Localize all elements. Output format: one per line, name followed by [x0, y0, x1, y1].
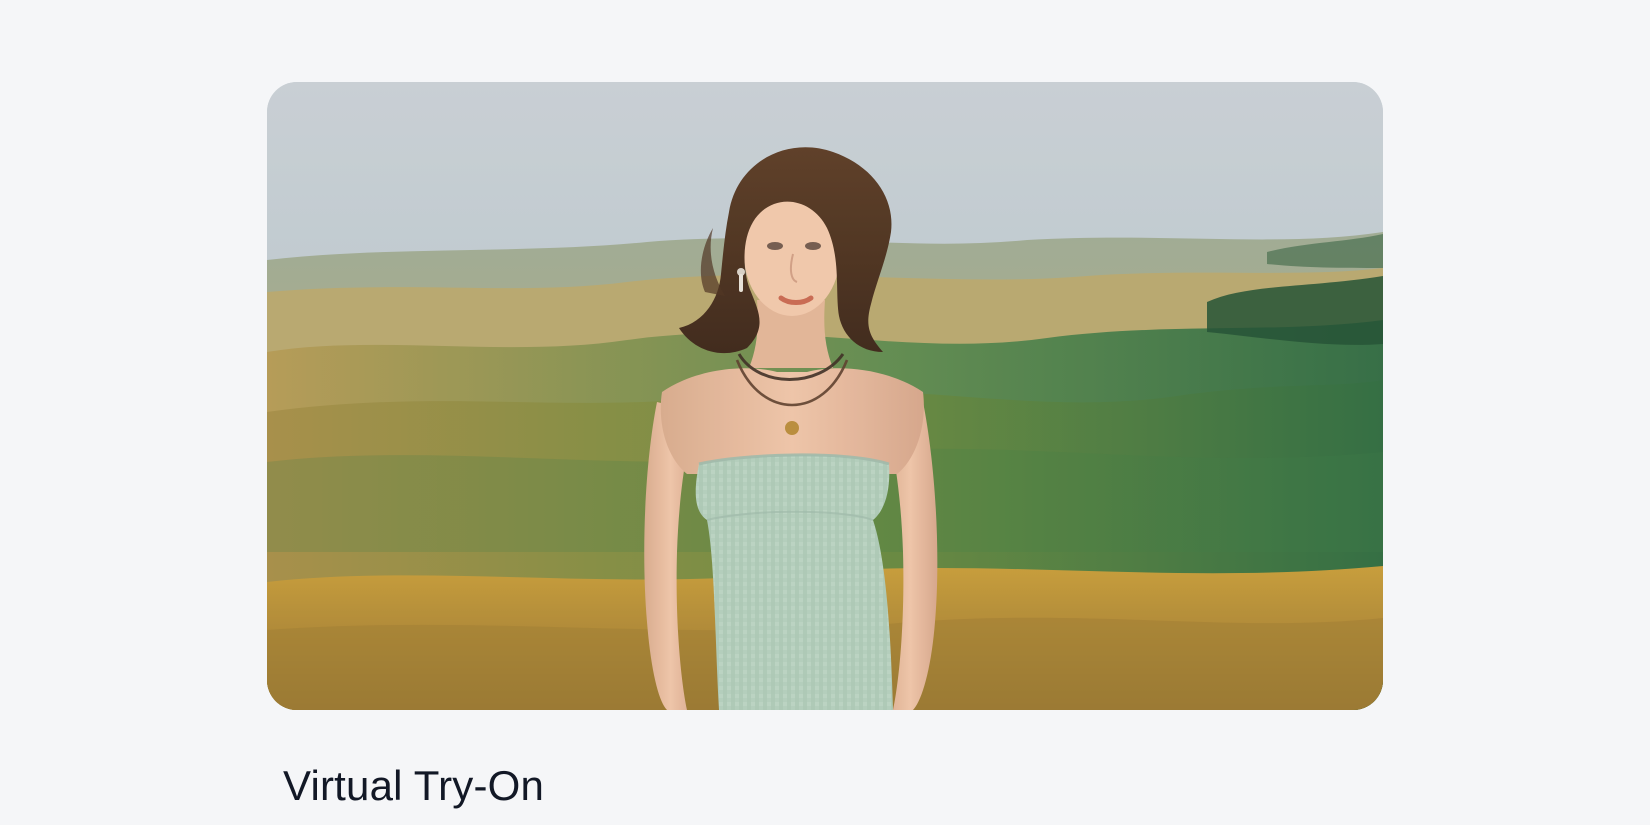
try-on-photo — [267, 82, 1383, 710]
feature-title: Virtual Try-On — [283, 762, 545, 809]
feature-image-card[interactable] — [267, 82, 1383, 710]
